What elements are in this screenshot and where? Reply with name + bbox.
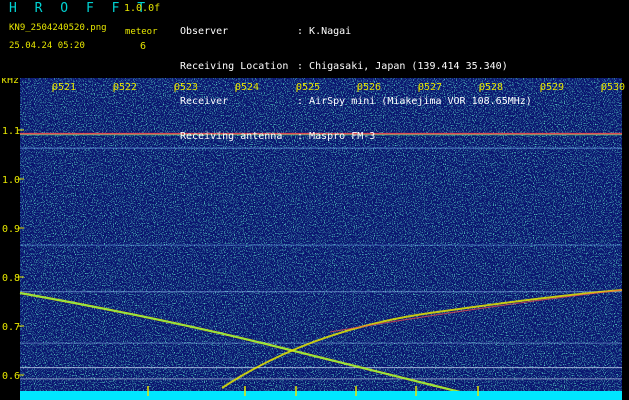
freq-tick-label: 0.9 <box>2 224 20 235</box>
freq-tick-label: 0.6 <box>2 371 20 382</box>
station-info: Observer: K.Nagai Receiving Location: Ch… <box>180 3 532 165</box>
info-row-location: Receiving Location: Chigasaki, Japan (13… <box>180 60 508 72</box>
time-tick-label: 0521 <box>52 82 76 93</box>
freq-tick-label: 0.7 <box>2 322 20 333</box>
datetime: 25.04.24 05:20 <box>9 41 85 51</box>
freq-tick-label: 1.0 <box>2 175 20 186</box>
file-name: KN9_2504240520.png <box>9 23 107 33</box>
info-row-receiver: Receiver: AirSpy mini (Miakejima VOR 108… <box>180 95 532 107</box>
info-row-observer: Observer: K.Nagai <box>180 26 352 38</box>
freq-tick-label: 1.1 <box>2 126 20 137</box>
freq-tick-label: 0.8 <box>2 273 20 284</box>
time-tick-label: 0522 <box>113 82 137 93</box>
header-panel: H R O F F T 1.0.0f KN9_2504240520.png me… <box>0 0 629 142</box>
meteor-label: meteor <box>125 27 158 37</box>
info-row-antenna: Receiving antenna: Maspro FM-3 <box>180 130 376 142</box>
time-tick-label: 0530 <box>601 82 625 93</box>
meteor-count: 6 <box>140 41 147 52</box>
baseline-band <box>20 391 622 400</box>
version-label: 1.0.0f <box>124 3 161 14</box>
time-tick-label: 0529 <box>540 82 564 93</box>
